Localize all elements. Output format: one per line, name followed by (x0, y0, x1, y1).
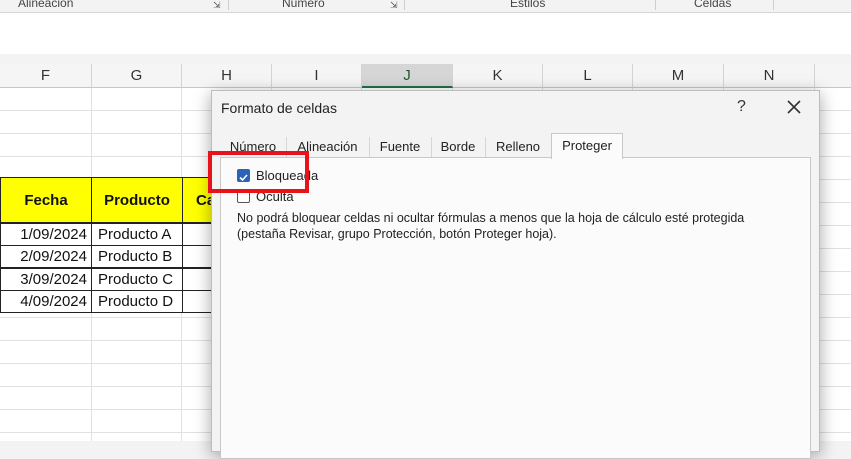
table-cell-date[interactable]: 4/09/2024 (0, 290, 92, 313)
info-line-1: No podrá bloquear celdas ni ocultar fórm… (237, 211, 745, 225)
column-header-l[interactable]: L (543, 64, 633, 88)
formula-gap (0, 54, 851, 64)
table-cell-quantity[interactable] (182, 268, 214, 291)
table-header-fecha[interactable]: Fecha (0, 177, 92, 223)
help-button[interactable]: ? (737, 98, 746, 116)
ribbon-separator (228, 0, 229, 10)
ribbon-separator (655, 0, 656, 10)
tab-relleno[interactable]: Relleno (485, 137, 552, 157)
ribbon-group-cells: Celdas (694, 0, 732, 10)
ribbon-group-alignment: Alineación (18, 0, 74, 10)
column-header-o[interactable] (815, 64, 851, 88)
tab-fuente[interactable]: Fuente (369, 137, 432, 157)
formula-bar[interactable] (0, 12, 851, 56)
highlight-box (208, 151, 309, 193)
info-line-2: (pestaña Revisar, grupo Protección, botó… (237, 227, 557, 241)
table-cell-date[interactable]: 1/09/2024 (0, 223, 92, 246)
table-cell-quantity[interactable] (182, 290, 214, 313)
column-header-g[interactable]: G (92, 64, 182, 88)
close-icon (787, 100, 801, 114)
table-header-producto[interactable]: Producto (91, 177, 183, 223)
column-header-m[interactable]: M (633, 64, 724, 88)
table-cell-product[interactable]: Producto D (91, 290, 183, 313)
table-cell-date[interactable]: 3/09/2024 (0, 268, 92, 291)
column-header-h[interactable]: H (182, 64, 272, 88)
table-cell-product[interactable]: Producto A (91, 223, 183, 246)
table-cell-quantity[interactable] (182, 245, 214, 268)
column-header-f[interactable]: F (0, 64, 92, 88)
ribbon-strip: Alineación ⇲ Número ⇲ Estilos Celdas (0, 0, 851, 12)
column-header-j[interactable]: J (362, 64, 453, 88)
number-launcher-icon[interactable]: ⇲ (390, 0, 398, 11)
ribbon-separator (773, 0, 774, 10)
table-cell-product[interactable]: Producto B (91, 245, 183, 268)
dialog-title: Formato de celdas (221, 100, 337, 116)
column-header-i[interactable]: I (272, 64, 362, 88)
table-cell-quantity[interactable] (182, 223, 214, 246)
alignment-launcher-icon[interactable]: ⇲ (213, 0, 221, 11)
tab-proteger[interactable]: Proteger (551, 133, 623, 159)
table-cell-product[interactable]: Producto C (91, 268, 183, 291)
protection-info-text: No podrá bloquear celdas ni ocultar fórm… (237, 210, 797, 242)
column-header-k[interactable]: K (453, 64, 543, 88)
tab-borde[interactable]: Borde (431, 137, 486, 157)
column-header-n[interactable]: N (724, 64, 815, 88)
format-cells-dialog: Formato de celdas ? Número Alineación Fu… (211, 90, 820, 459)
ribbon-group-styles: Estilos (510, 0, 546, 10)
table-cell-date[interactable]: 2/09/2024 (0, 245, 92, 268)
close-button[interactable] (784, 97, 804, 117)
ribbon-group-number: Número (282, 0, 325, 10)
ribbon-separator (404, 0, 405, 10)
protection-panel: Bloqueada Oculta No podrá bloquear celda… (220, 157, 811, 459)
